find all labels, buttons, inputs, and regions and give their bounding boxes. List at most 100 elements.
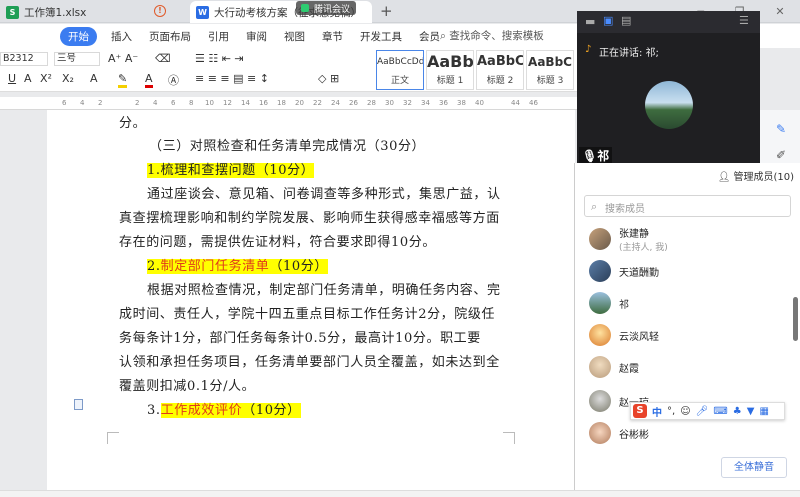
ime-logo-icon[interactable]: S [633,404,647,418]
doc-line: 存在的问题，需提供佐证材料，符合要求即得10分。 [119,235,436,250]
member-search-input[interactable]: 搜索成员 [584,195,791,217]
doc-line: 认领和承担任务项目，任务清单要部门人员全覆盖，如未达到全 [119,355,500,370]
tab-label: 工作簿1.xlsx [24,6,87,19]
strikethrough-icon[interactable]: A [24,72,32,85]
document-icon: W [196,5,209,19]
superscript-icon[interactable]: X² [40,72,52,85]
shading-icon[interactable]: ◇ ⊞ [318,72,339,85]
keyboard-icon[interactable]: ⌨ [713,406,727,417]
punctuation-icon[interactable]: °, [667,406,675,417]
clear-format-icon[interactable]: ⌫ [155,52,171,65]
member-item[interactable]: 张建静 (主持人, 我) [589,226,668,253]
document-page[interactable]: 分。 （三）对照检查和任务清单完成情况（30分） 1.梳理和查摆问题（10分） … [47,110,575,490]
margin-corner [503,432,515,444]
member-item[interactable]: 天道酬勤 [589,258,659,284]
member-item[interactable]: 祁 [589,290,629,316]
search-icon: ⌕ [440,30,446,42]
tab-page-layout[interactable]: 页面布局 [149,29,191,44]
pen-icon[interactable]: ✎ [776,122,786,136]
doc-line: 真查摆梳理影响和制约学院发展、影响师生获得感幸福感等方面 [119,211,500,226]
voice-icon[interactable]: 🎤︎ [696,406,709,417]
bullet-list-icon[interactable]: ☰ ☷ ⇤ ⇥ [195,52,244,65]
avatar [589,260,611,282]
doc-line: 根据对照检查情况，制定部门任务清单，明确任务内容、完 [147,283,501,298]
char-border-icon[interactable]: Ⓐ [168,72,179,88]
tab-view[interactable]: 视图 [284,29,305,44]
tab-sections[interactable]: 章节 [322,29,343,44]
align-icons[interactable]: ≡ ≡ ≡ ▤ ≡ ↕ [195,72,269,85]
ime-toolbar[interactable]: S 中 °, ☺ 🎤︎ ⌨ ♣ ▼ ▦ [630,402,785,420]
grow-font-icon[interactable]: A⁺ A⁻ [108,52,138,65]
style-heading-1[interactable]: AaBb 标题 1 [426,50,474,90]
command-search-label: 查找命令、搜索模板 [449,30,544,42]
manage-members[interactable]: 👤︎ 管理成员(10) [718,168,794,183]
document-canvas[interactable]: 分。 （三）对照检查和任务清单完成情况（30分） 1.梳理和查摆问题（10分） … [0,110,576,490]
skin-icon[interactable]: ♣ [733,406,742,417]
brush-icon[interactable]: ✐ [776,148,786,162]
grid-icon[interactable]: ▤ [621,14,631,27]
member-item[interactable]: 赵霞 [589,354,639,380]
style-heading-3[interactable]: AaBbC 标题 3 [526,50,574,90]
spreadsheet-icon: S [6,5,19,19]
doc-line: 成时间、责任人，学院十四五重点目标工作任务计2分，院级任 [119,307,496,322]
members-scrollbar[interactable] [793,297,798,341]
avatar [589,422,611,444]
doc-subheading: 2.制定部门任务清单（10分） [147,259,328,274]
meeting-panel-header: ▬ ▣ ▤ ☰ [577,11,760,33]
subscript-icon[interactable]: X₂ [62,72,74,85]
status-bar [0,490,800,497]
mic-icon: 🎙︎ [582,149,598,163]
members-panel: 👤︎ 管理成员(10) 搜索成员 ⌕ 张建静 (主持人, 我) 天道酬勤 祁 云淡… [574,163,800,490]
member-item[interactable]: 云淡风轻 [589,322,659,348]
layout-icon[interactable]: ▣ [603,14,613,27]
margin-corner [107,432,119,444]
avatar [589,292,611,314]
shirt-icon[interactable]: ▼ [747,406,755,417]
doc-subheading: 1.梳理和查摆问题（10分） [147,163,315,178]
avatar [589,390,611,412]
avatar [589,228,611,250]
member-item[interactable]: 谷彬彬 [589,420,649,446]
add-tab-icon[interactable]: + [380,2,393,20]
doc-line: 分。 [119,116,147,131]
page-layout-icon[interactable] [74,399,83,410]
highlight-icon[interactable]: ✎ [118,72,128,88]
tab-review[interactable]: 审阅 [246,29,267,44]
avatar [589,356,611,378]
horizontal-ruler[interactable]: 642 246 8 10 12 14 16 18 20 22 24 26 28 30 32 34 3… [0,97,578,110]
tab-member[interactable]: 会员 [419,29,440,44]
tab-start[interactable]: 开始 [60,26,97,46]
side-tool-strip: ✎ ✐ [760,110,800,170]
meeting-video-panel: ▬ ▣ ▤ ☰ ♪ 正在讲话: 祁; 🎙︎祁 [577,11,760,164]
tab-references[interactable]: 引用 [208,29,229,44]
font-color-icon[interactable]: A [145,72,153,88]
doc-heading: （三）对照检查和任务清单完成情况（30分） [149,139,426,154]
underline-icon[interactable]: U [8,72,16,85]
video-name-tag: 🎙︎祁 [579,147,613,164]
search-icon: ⌕ [591,200,598,213]
style-normal[interactable]: AaBbCcDd 正文 [376,50,424,90]
toolbox-icon[interactable]: ▦ [759,406,768,417]
mute-all-button[interactable]: 全体静音 [721,457,787,478]
formatting-toolbar: B2312 三号 A⁺ A⁻ ⌫ U A X² X₂ A ✎ A Ⓐ ☰ ☷ ⇤… [0,48,580,92]
font-name-select[interactable]: B2312 [0,52,48,66]
warning-icon[interactable]: ! [154,5,166,17]
font-size-select[interactable]: 三号 [54,52,100,66]
tab-insert[interactable]: 插入 [111,29,132,44]
speaker-status: 正在讲话: 祁; [599,48,659,59]
speaking-icon: ♪ [585,44,592,55]
ime-mode[interactable]: 中 [652,404,662,419]
close-icon[interactable]: ✕ [775,5,784,18]
meeting-indicator[interactable]: 腾讯会议 [296,1,357,15]
minimize-icon[interactable]: ▬ [585,15,595,28]
person-icon: 👤︎ [717,172,731,183]
emoji-icon[interactable]: ☺ [680,406,690,417]
style-heading-2[interactable]: AaBbC 标题 2 [476,50,524,90]
doc-subheading: 3.工作成效评价（10分） [147,403,301,418]
tab-developer[interactable]: 开发工具 [360,29,402,44]
speaker-avatar [645,81,693,129]
command-search[interactable]: ⌕ 查找命令、搜索模板 [440,28,544,43]
doc-line: 通过座谈会、意见箱、问卷调查等多种形式，集思广益，认 [147,187,501,202]
text-effect-icon[interactable]: A [90,72,98,85]
menu-icon[interactable]: ☰ [739,14,749,27]
